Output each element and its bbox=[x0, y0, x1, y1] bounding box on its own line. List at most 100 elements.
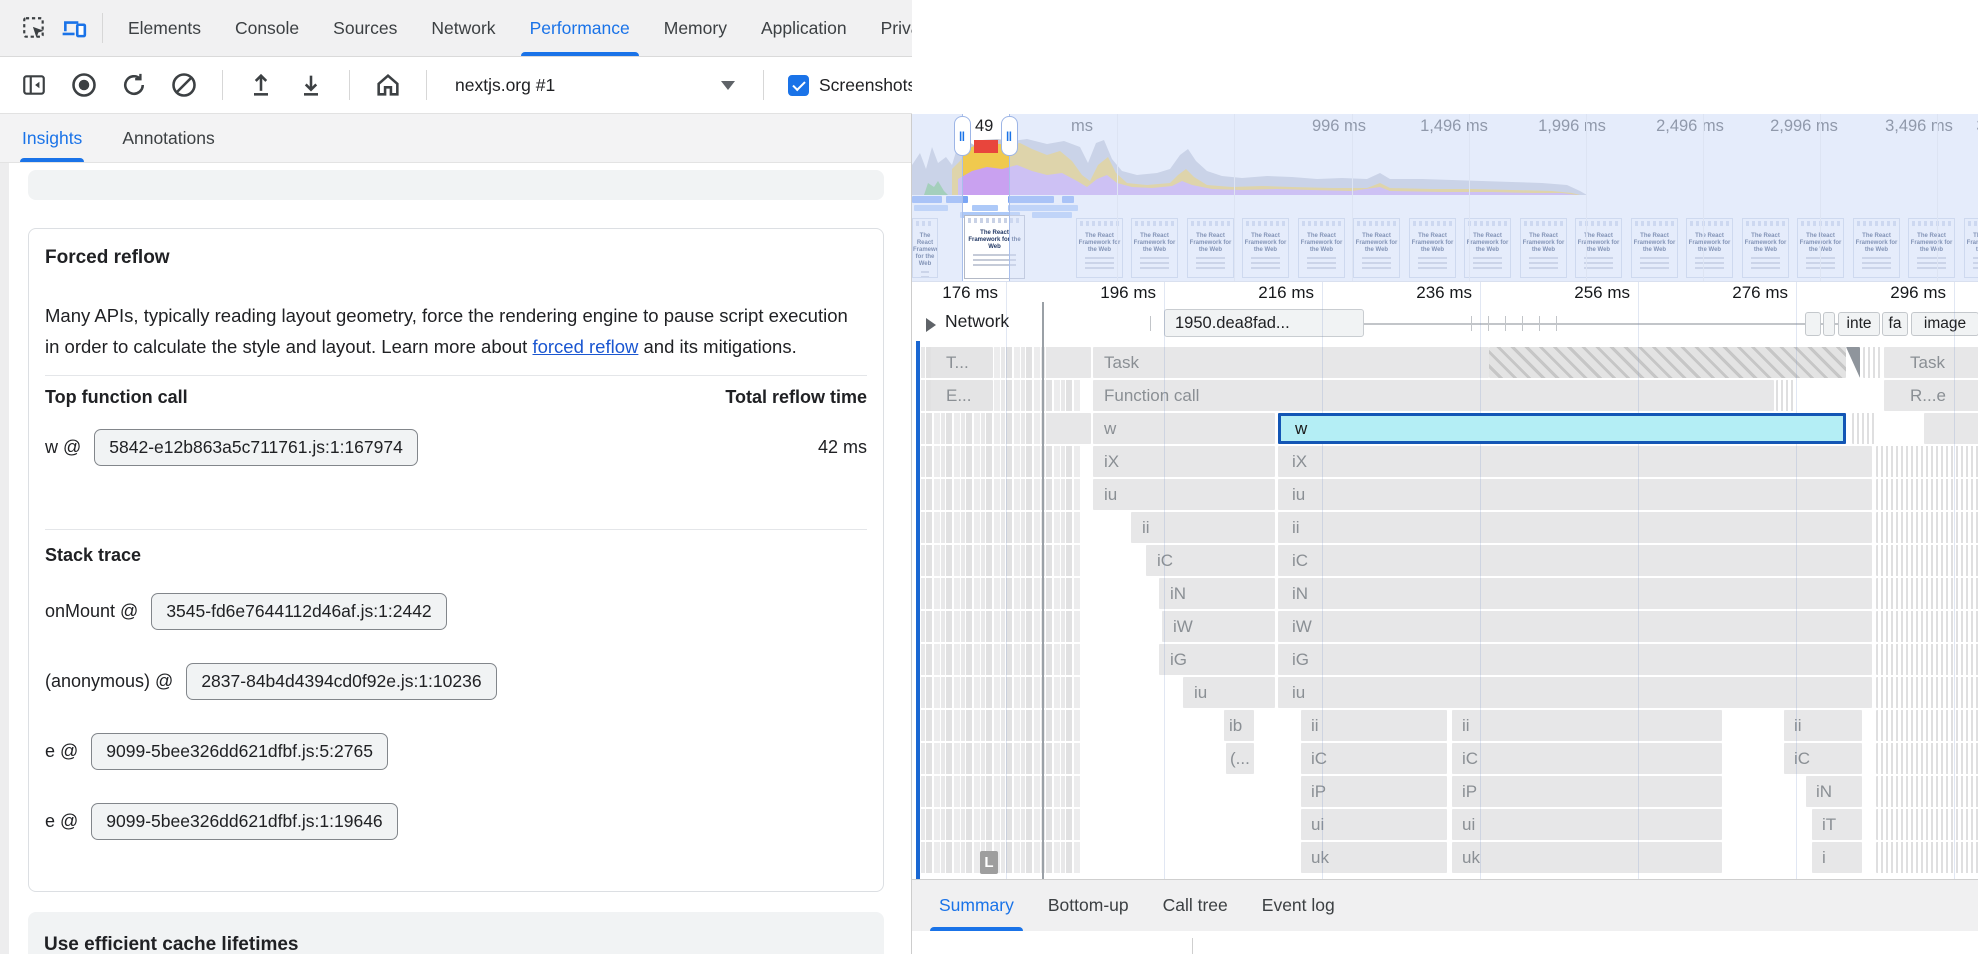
reload-record-icon[interactable] bbox=[114, 65, 154, 105]
flame-event[interactable]: iu bbox=[1093, 479, 1275, 510]
flame-event[interactable]: iN bbox=[1278, 578, 1872, 609]
tab-console[interactable]: Console bbox=[218, 0, 316, 56]
flame-event[interactable]: ui bbox=[1452, 809, 1722, 840]
flame-event[interactable] bbox=[1876, 611, 1978, 642]
description-text: and its mitigations. bbox=[638, 336, 796, 357]
flame-event[interactable]: ib bbox=[1224, 710, 1254, 741]
flame-event[interactable]: Function call bbox=[1093, 380, 1774, 411]
tab-event-log[interactable]: Event log bbox=[1245, 880, 1352, 931]
download-profile-icon[interactable] bbox=[291, 65, 331, 105]
flame-event[interactable]: Task bbox=[1093, 347, 1489, 378]
flame-event[interactable]: iG bbox=[1159, 644, 1275, 675]
flame-event[interactable] bbox=[1876, 446, 1978, 477]
flame-event[interactable] bbox=[1046, 413, 1091, 444]
tab-elements[interactable]: Elements bbox=[111, 0, 218, 56]
tab-network[interactable]: Network bbox=[414, 0, 512, 56]
flame-event[interactable] bbox=[1876, 809, 1978, 840]
flame-event[interactable] bbox=[1876, 512, 1978, 543]
flame-event[interactable]: iX bbox=[1278, 446, 1872, 477]
flame-event[interactable]: ii bbox=[1278, 512, 1872, 543]
forced-reflow-link[interactable]: forced reflow bbox=[532, 336, 638, 357]
flame-event[interactable]: Task bbox=[1884, 347, 1978, 378]
flame-event[interactable]: iP bbox=[1452, 776, 1722, 807]
flame-event[interactable] bbox=[1924, 413, 1978, 444]
source-location-link[interactable]: 9099-5bee326dd621dfbf.js:1:19646 bbox=[91, 803, 397, 840]
flame-event[interactable] bbox=[1876, 677, 1978, 708]
flame-event[interactable] bbox=[1876, 743, 1978, 774]
flame-event[interactable]: ii bbox=[1452, 710, 1722, 741]
source-location-link[interactable]: 5842-e12b863a5c711761.js:1:167974 bbox=[94, 429, 418, 466]
flame-event[interactable] bbox=[1876, 578, 1978, 609]
selected-flame-event[interactable]: w bbox=[1278, 413, 1846, 444]
device-toolbar-icon[interactable] bbox=[54, 8, 94, 48]
cache-lifetimes-card[interactable]: Use efficient cache lifetimes bbox=[28, 912, 884, 954]
tab-performance[interactable]: Performance bbox=[513, 0, 647, 56]
flame-event[interactable] bbox=[1876, 479, 1978, 510]
flame-event[interactable] bbox=[1876, 545, 1978, 576]
flame-event[interactable]: iC bbox=[1452, 743, 1722, 774]
flame-event[interactable]: E... bbox=[931, 380, 993, 411]
flame-event[interactable] bbox=[1863, 347, 1881, 378]
toggle-sidebar-icon[interactable] bbox=[14, 65, 54, 105]
flame-event[interactable]: iu bbox=[1278, 479, 1872, 510]
flame-event[interactable]: ii bbox=[1131, 512, 1275, 543]
flame-event[interactable] bbox=[1846, 347, 1860, 378]
inspect-icon[interactable] bbox=[14, 8, 54, 48]
flame-event[interactable]: i bbox=[1812, 842, 1862, 873]
screenshots-checkbox[interactable]: Screenshots bbox=[788, 75, 916, 96]
tab-summary[interactable]: Summary bbox=[922, 880, 1031, 931]
tab-call-tree[interactable]: Call tree bbox=[1146, 880, 1245, 931]
function-name: w @ bbox=[45, 437, 81, 458]
record-icon[interactable] bbox=[64, 65, 104, 105]
main-thread-flamechart[interactable]: T...TaskTaskE...Function callR...ewwiXiX… bbox=[912, 0, 1978, 879]
tab-memory[interactable]: Memory bbox=[647, 0, 744, 56]
tab-sources[interactable]: Sources bbox=[316, 0, 414, 56]
tab-insights[interactable]: Insights bbox=[22, 114, 82, 162]
source-location-link[interactable]: 9099-5bee326dd621dfbf.js:5:2765 bbox=[91, 733, 388, 770]
flame-event[interactable] bbox=[1046, 347, 1091, 378]
toolbar-divider bbox=[349, 70, 350, 100]
flame-event[interactable]: iX bbox=[1093, 446, 1275, 477]
flame-event[interactable] bbox=[1876, 776, 1978, 807]
flame-event[interactable]: iG bbox=[1278, 644, 1872, 675]
flame-event[interactable]: iu bbox=[1183, 677, 1275, 708]
flame-event[interactable]: iC bbox=[1278, 545, 1872, 576]
flamechart-row: T... Task Task bbox=[912, 347, 1978, 378]
flame-event[interactable]: iT bbox=[1812, 809, 1862, 840]
flame-event[interactable] bbox=[1876, 842, 1978, 873]
flame-event[interactable]: iu bbox=[1278, 677, 1872, 708]
history-select[interactable]: nextjs.org #1 bbox=[445, 67, 745, 103]
clear-icon[interactable] bbox=[164, 65, 204, 105]
flame-event[interactable]: (... bbox=[1226, 743, 1254, 774]
flame-event[interactable] bbox=[1852, 413, 1876, 444]
flame-event[interactable]: w bbox=[1093, 413, 1275, 444]
flame-event[interactable]: iN bbox=[1806, 776, 1862, 807]
source-location-link[interactable]: 3545-fd6e7644112d46af.js:1:2442 bbox=[151, 593, 446, 630]
flame-event[interactable]: iC bbox=[1146, 545, 1275, 576]
flamechart-minified-events bbox=[921, 644, 1081, 675]
flame-event[interactable]: R...e bbox=[1884, 380, 1978, 411]
tab-annotations[interactable]: Annotations bbox=[122, 114, 214, 162]
flamechart-minified-events bbox=[921, 809, 1081, 840]
ruler-gridline bbox=[1322, 282, 1323, 879]
flame-event[interactable]: iW bbox=[1162, 611, 1275, 642]
chevron-down-icon bbox=[721, 81, 735, 90]
flame-event[interactable]: iW bbox=[1278, 611, 1872, 642]
flame-event[interactable]: T... bbox=[931, 347, 993, 378]
flame-event[interactable] bbox=[1489, 347, 1846, 378]
source-location-link[interactable]: 2837-84b4d4394cd0f92e.js:1:10236 bbox=[186, 663, 496, 700]
tab-application[interactable]: Application bbox=[744, 0, 864, 56]
flame-event[interactable] bbox=[1776, 380, 1794, 411]
flamechart-minified-events bbox=[921, 446, 1081, 477]
upload-profile-icon[interactable] bbox=[241, 65, 281, 105]
flame-event[interactable] bbox=[1876, 710, 1978, 741]
flame-event[interactable]: iN bbox=[1159, 578, 1275, 609]
flame-event[interactable] bbox=[1876, 644, 1978, 675]
flame-event-label: iX bbox=[1292, 452, 1307, 472]
left-gutter bbox=[0, 163, 9, 954]
flame-event[interactable]: uk bbox=[1452, 842, 1722, 873]
scrolled-card-remnant[interactable] bbox=[28, 170, 884, 200]
stack-trace-row: (anonymous) @ 2837-84b4d4394cd0f92e.js:1… bbox=[45, 659, 497, 703]
tab-bottom-up[interactable]: Bottom-up bbox=[1031, 880, 1146, 931]
home-icon[interactable] bbox=[368, 65, 408, 105]
